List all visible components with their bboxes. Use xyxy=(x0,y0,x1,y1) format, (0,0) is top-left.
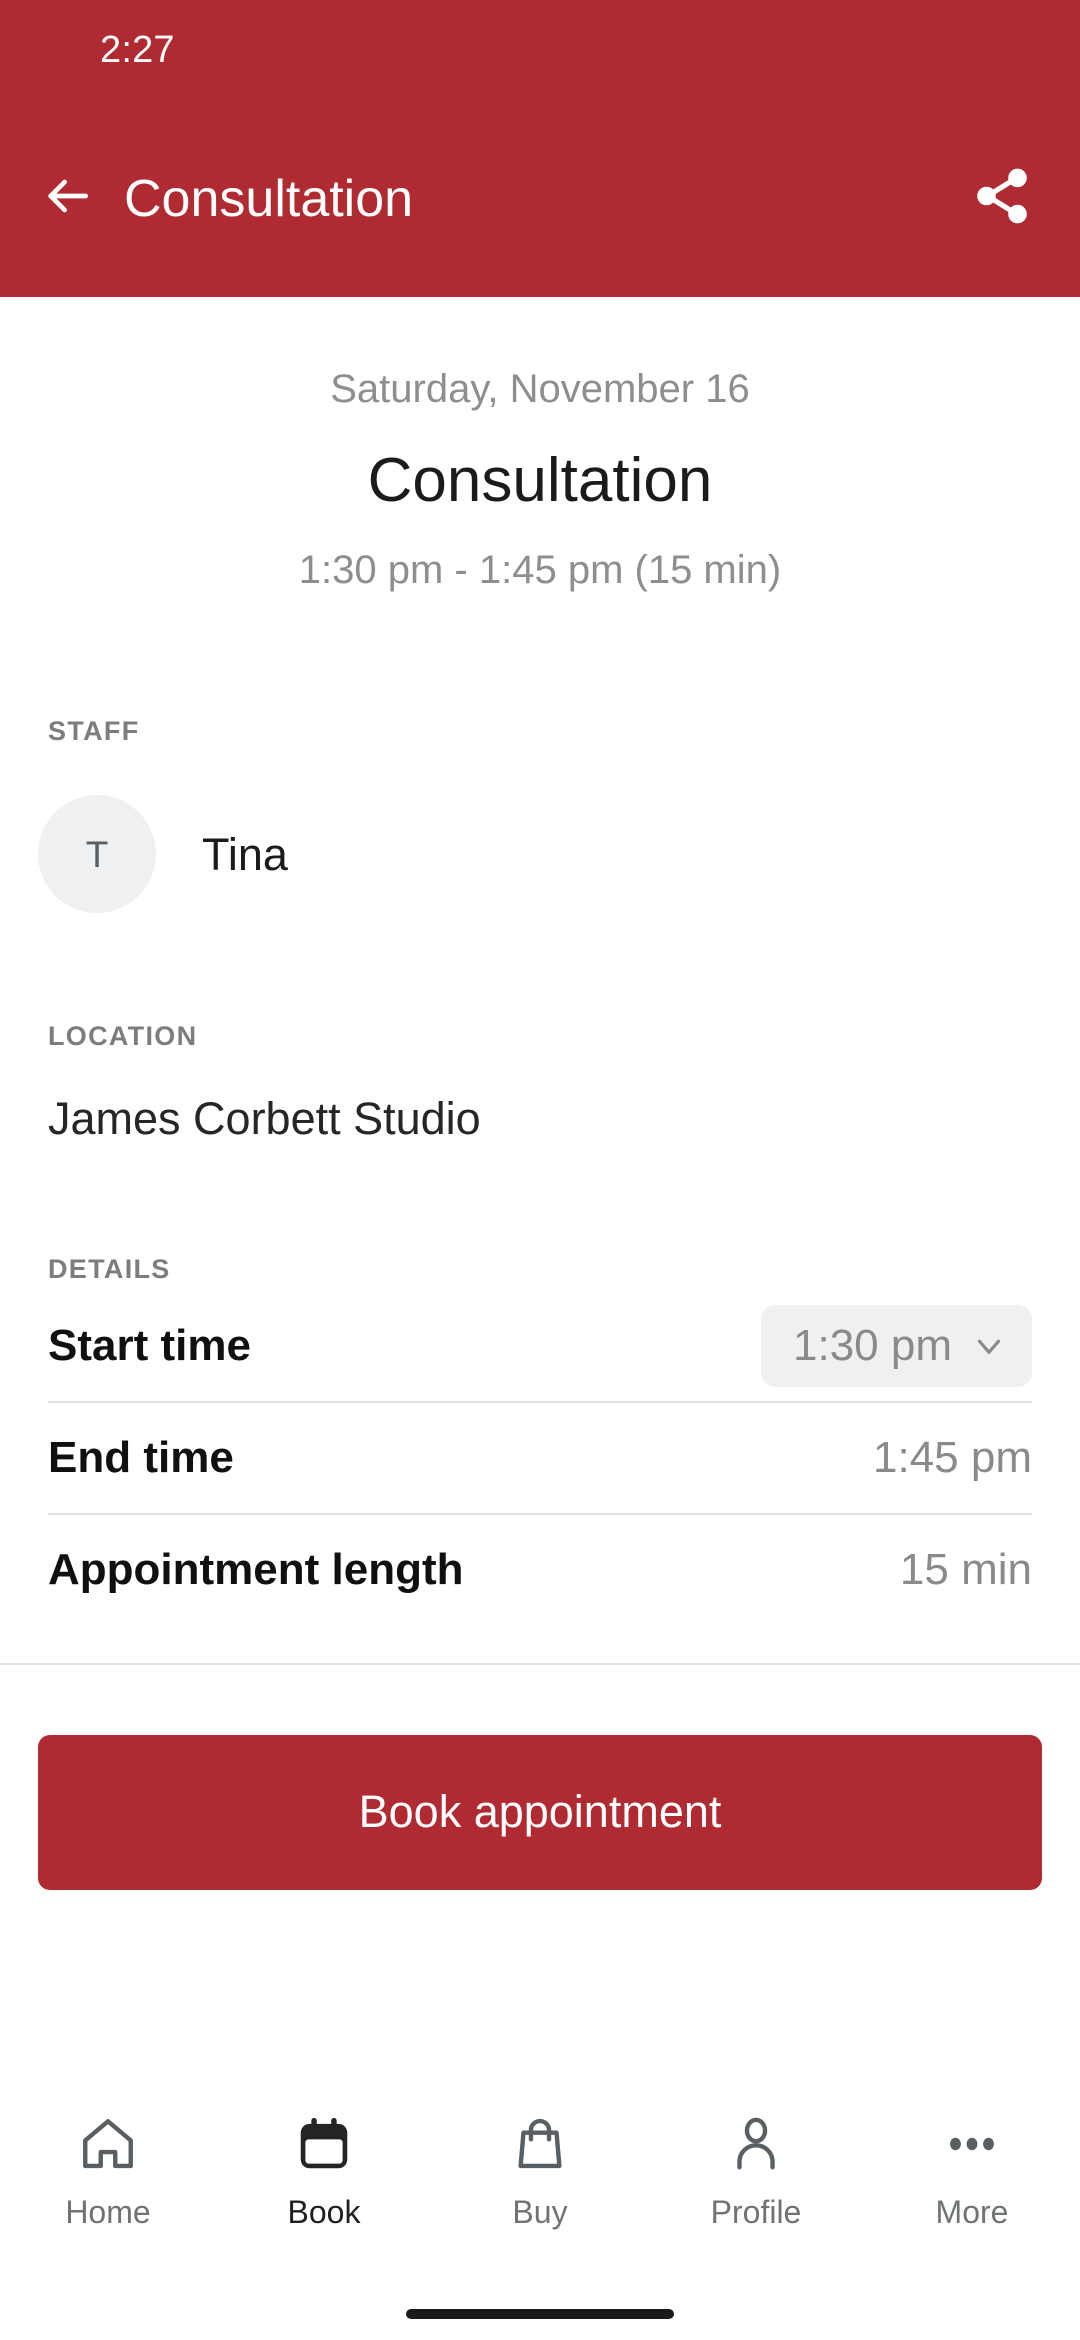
appointment-date: Saturday, November 16 xyxy=(330,367,750,411)
staff-section: STAFF T Tina xyxy=(0,716,1080,914)
nav-label-profile: Profile xyxy=(710,2194,802,2230)
status-bar: 2:27 xyxy=(0,0,1080,100)
location-section-label: LOCATION xyxy=(48,1021,198,1052)
start-time-value: 1:30 pm xyxy=(793,1320,952,1370)
back-button[interactable] xyxy=(34,166,100,232)
arrow-left-icon xyxy=(39,168,95,229)
staff-row[interactable]: T Tina xyxy=(0,795,1080,914)
avatar: T xyxy=(38,795,156,914)
nav-label-more: More xyxy=(935,2194,1009,2230)
avatar-initial: T xyxy=(85,833,109,875)
nav-item-more[interactable]: More xyxy=(872,2106,1072,2228)
detail-row-end-time: End time 1:45 pm xyxy=(0,1403,1080,1513)
staff-name: Tina xyxy=(202,828,288,880)
app-root: 2:27 Consultation Saturday, November 16 … xyxy=(0,0,1080,2340)
detail-label-start-time: Start time xyxy=(48,1320,251,1370)
cta-container: Book appointment xyxy=(0,1665,1080,1890)
chevron-down-icon xyxy=(970,1327,1008,1365)
detail-row-start-time: Start time 1:30 pm xyxy=(0,1291,1080,1401)
appointment-summary: Saturday, November 16 Consultation 1:30 … xyxy=(0,297,1080,594)
app-bar-title: Consultation xyxy=(124,169,414,228)
nav-label-home: Home xyxy=(65,2194,151,2230)
detail-value-appointment-length: 15 min xyxy=(899,1544,1032,1594)
staff-section-label: STAFF xyxy=(48,716,140,747)
details-rows: Start time 1:30 pm End time 1:45 pm Appo… xyxy=(0,1291,1080,1625)
app-bar: Consultation xyxy=(0,100,1080,297)
nav-item-book[interactable]: Book xyxy=(224,2106,424,2228)
status-bar-clock: 2:27 xyxy=(100,29,175,71)
details-section: DETAILS Start time 1:30 pm End time 1:45… xyxy=(0,1254,1080,1665)
location-value: James Corbett Studio xyxy=(48,1093,481,1145)
share-button[interactable] xyxy=(966,163,1038,235)
nav-item-home[interactable]: Home xyxy=(8,2106,208,2228)
share-icon xyxy=(971,165,1033,232)
nav-label-book: Book xyxy=(287,2194,361,2230)
bag-icon xyxy=(509,2106,571,2182)
detail-label-appointment-length: Appointment length xyxy=(48,1544,464,1594)
detail-label-end-time: End time xyxy=(48,1432,234,1482)
nav-item-profile[interactable]: Profile xyxy=(656,2106,856,2228)
bottom-navigation: Home Book Buy Profile More xyxy=(0,2080,1080,2288)
nav-item-buy[interactable]: Buy xyxy=(440,2106,640,2228)
home-gesture-bar[interactable] xyxy=(406,2309,674,2319)
ellipsis-icon xyxy=(941,2106,1003,2182)
appointment-service-name: Consultation xyxy=(367,446,713,515)
gesture-bar-container xyxy=(0,2288,1080,2340)
detail-row-appointment-length: Appointment length 15 min xyxy=(0,1515,1080,1625)
detail-value-end-time: 1:45 pm xyxy=(873,1432,1032,1482)
main-content: Saturday, November 16 Consultation 1:30 … xyxy=(0,297,1080,2080)
person-icon xyxy=(725,2106,787,2182)
details-section-label: DETAILS xyxy=(48,1253,171,1284)
location-section: LOCATION James Corbett Studio xyxy=(0,1021,1080,1144)
home-icon xyxy=(77,2106,139,2182)
calendar-icon xyxy=(293,2106,355,2182)
appointment-time-range: 1:30 pm - 1:45 pm (15 min) xyxy=(298,548,782,593)
nav-label-buy: Buy xyxy=(512,2194,568,2230)
book-appointment-button[interactable]: Book appointment xyxy=(38,1734,1042,1890)
start-time-dropdown[interactable]: 1:30 pm xyxy=(761,1304,1032,1387)
